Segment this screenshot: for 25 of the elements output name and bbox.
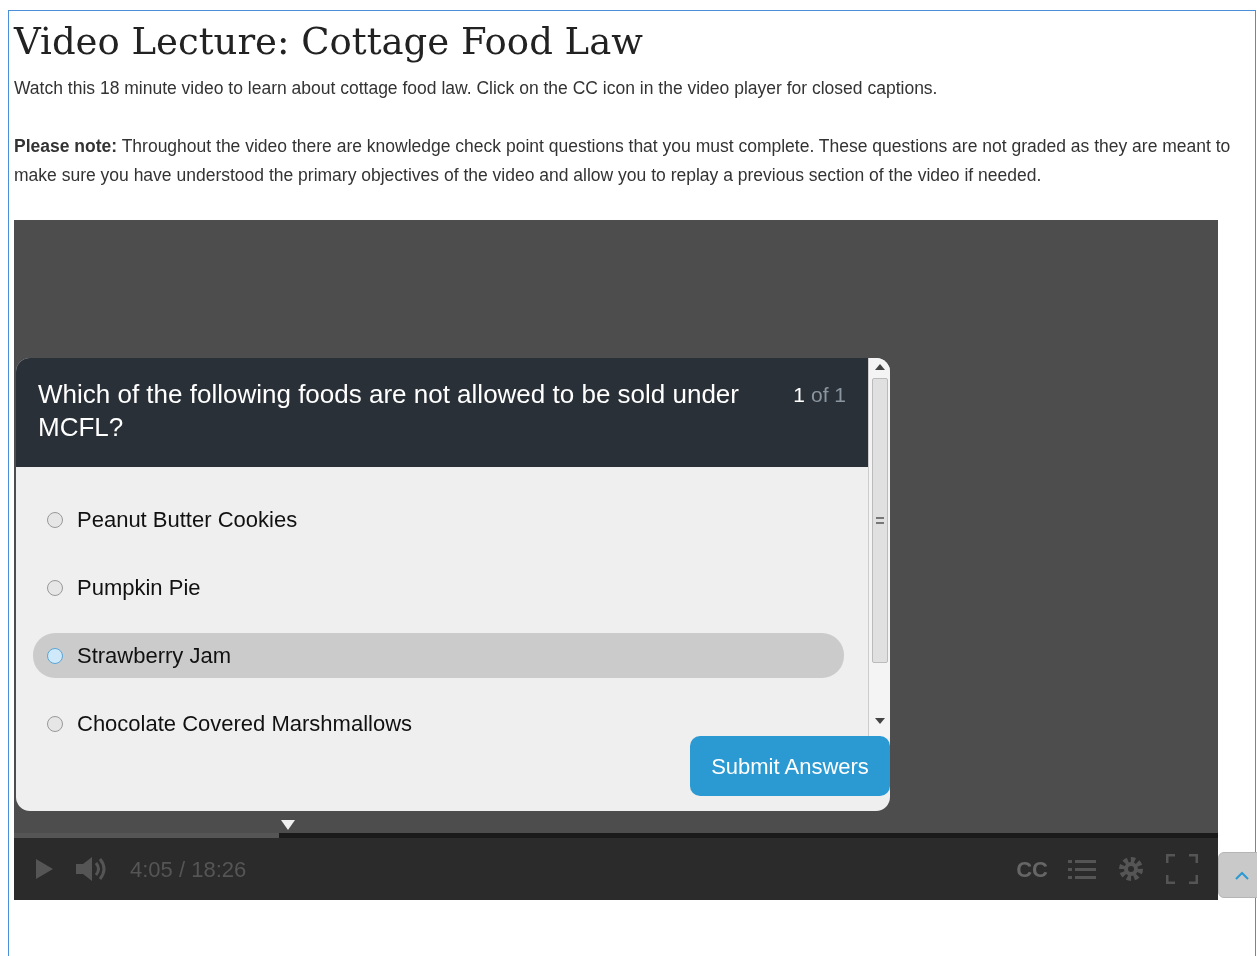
scroll-to-top-button[interactable] (1218, 852, 1257, 898)
radio-button[interactable] (47, 511, 63, 528)
settings-icon[interactable] (1116, 854, 1146, 884)
play-icon[interactable] (34, 858, 54, 880)
list-icon[interactable] (1068, 858, 1096, 880)
scroll-down-icon[interactable] (874, 718, 885, 724)
fullscreen-icon[interactable] (1166, 854, 1198, 884)
quiz-question: Which of the following foods are not allowed to be sold under MCFL? (38, 378, 740, 444)
radio-button[interactable] (47, 579, 63, 596)
note-paragraph: Please note: Throughout the video there are knowledge check point questions that you must complete. These questions are not graded as they are meant to make sure you have understood the primary objectives of the video and allow you to replay a previous section of the video if needed. (14, 135, 1232, 187)
radio-button[interactable] (47, 647, 63, 664)
quiz-scrollbar[interactable] (868, 358, 890, 738)
progress-track[interactable] (14, 833, 1218, 838)
intro-paragraph: Watch this 18 minute video to learn about cottage food law. Click on the CC icon in the video player for closed captions. (14, 77, 939, 100)
question-number: 1 (793, 382, 805, 408)
chevron-up-icon (1235, 870, 1249, 880)
answer-option[interactable]: Pumpkin Pie (33, 565, 844, 610)
scrollbar-thumb[interactable] (871, 378, 888, 663)
radio-button[interactable] (47, 715, 63, 732)
scroll-up-icon[interactable] (874, 364, 885, 370)
answer-option[interactable]: Peanut Butter Cookies (33, 497, 844, 542)
page-title: Video Lecture: Cottage Food Law (14, 19, 644, 65)
progress-pointer-icon (280, 820, 295, 830)
question-total: of 1 (810, 382, 846, 408)
answer-option[interactable]: Strawberry Jam (33, 633, 844, 678)
